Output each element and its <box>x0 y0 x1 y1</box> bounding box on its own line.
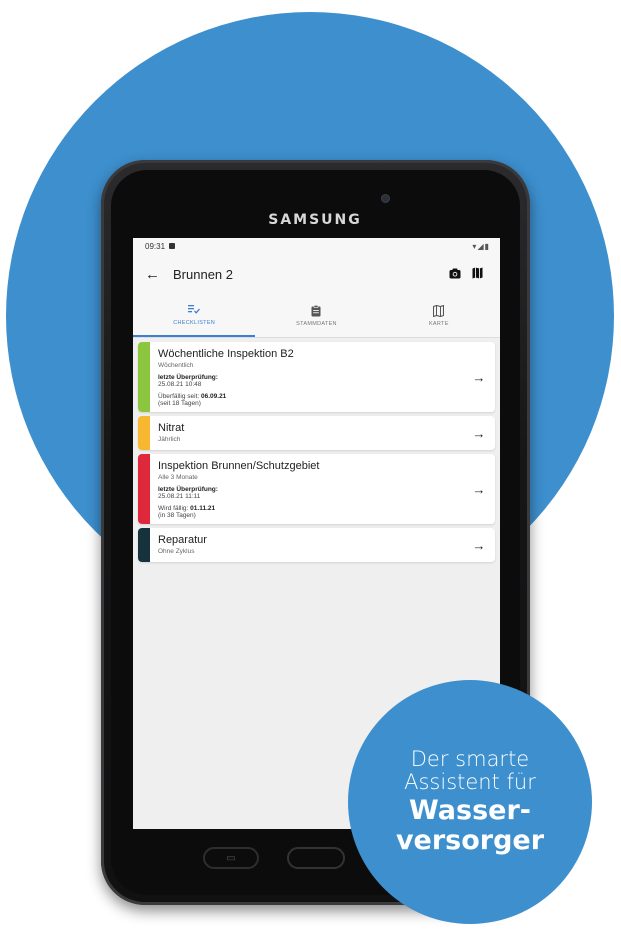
slogan-line-2: Assistent für <box>404 770 536 794</box>
status-stripe <box>138 342 150 412</box>
due-days: (in 38 Tagen) <box>158 512 196 519</box>
checklist-title: Wöchentliche Inspektion B2 <box>158 348 294 360</box>
due-days: (seit 18 Tagen) <box>158 400 201 407</box>
due-info: Wird fällig: 01.11.21 <box>158 505 455 512</box>
camera-icon[interactable] <box>444 267 466 282</box>
arrow-right-icon[interactable]: → <box>463 454 495 524</box>
status-stripe <box>138 528 150 562</box>
checklist-card-inspektion-brunnen[interactable]: Inspektion Brunnen/Schutzgebiet Alle 3 M… <box>138 454 495 524</box>
clipboard-icon <box>311 304 321 317</box>
checklist-interval: Jährlich <box>158 436 181 443</box>
app-bar: ← Brunnen 2 <box>133 254 500 294</box>
slogan-line-3: Wasser- <box>408 795 531 826</box>
checklist-card-woechentliche-inspektion[interactable]: Wöchentliche Inspektion B2 Wöchentlich l… <box>138 342 495 412</box>
map-icon[interactable] <box>466 267 488 282</box>
checklist-interval: Wöchentlich <box>158 362 194 369</box>
checklist-title: Reparatur <box>158 534 207 546</box>
checklist-interval: Ohne Zyklus <box>158 548 195 555</box>
checklist-card-nitrat[interactable]: Nitrat Jährlich → <box>138 416 495 450</box>
tab-label: STAMMDATEN <box>296 320 337 327</box>
checklist-interval: Alle 3 Monate <box>158 474 198 481</box>
checklist-title: Nitrat <box>158 422 185 434</box>
slogan-line-4: versorger <box>395 825 545 856</box>
status-bar: 09:31 ▾◢▮ <box>133 238 500 254</box>
last-check-label: letzte Überprüfung: <box>158 374 218 381</box>
status-time: 09:31 <box>145 241 166 251</box>
slogan-badge: Der smarte Assistent für Wasser- versorg… <box>348 680 592 924</box>
page-title: Brunnen 2 <box>173 266 233 282</box>
checklist-list: Wöchentliche Inspektion B2 Wöchentlich l… <box>133 338 500 566</box>
tab-label: KARTE <box>428 320 449 327</box>
due-date: 01.11.21 <box>190 505 216 512</box>
last-check-value: 25.08.21 11:11 <box>158 493 201 500</box>
due-prefix: Wird fällig: <box>158 505 191 512</box>
tab-label: CHECKLISTEN <box>173 319 216 326</box>
arrow-right-icon[interactable]: → <box>463 416 495 450</box>
tab-stammdaten[interactable]: STAMMDATEN <box>255 294 377 337</box>
notification-icon <box>169 243 176 249</box>
due-info: Überfällig seit: 06.09.21 <box>158 393 455 400</box>
status-stripe <box>138 454 150 524</box>
map-icon <box>433 304 445 317</box>
last-check-label: letzte Überprüfung: <box>158 486 218 493</box>
device-brand: SAMSUNG <box>268 212 362 228</box>
checklist-card-reparatur[interactable]: Reparatur Ohne Zyklus → <box>138 528 495 562</box>
arrow-right-icon[interactable]: → <box>463 342 495 412</box>
system-status-icons: ▾◢▮ <box>472 241 490 251</box>
status-stripe <box>138 416 150 450</box>
due-prefix: Überfällig seit: <box>158 393 201 400</box>
home-button[interactable] <box>287 847 345 869</box>
tab-karte[interactable]: KARTE <box>378 294 500 337</box>
checklist-icon <box>188 304 201 316</box>
arrow-right-icon[interactable]: → <box>463 528 495 562</box>
checklist-title: Inspektion Brunnen/Schutzgebiet <box>158 460 320 472</box>
tab-checklisten[interactable]: CHECKLISTEN <box>133 294 256 337</box>
back-arrow-icon[interactable]: ← <box>145 266 173 283</box>
tab-bar: CHECKLISTEN STAMMDATEN KARTE <box>133 294 500 338</box>
slogan-line-1: Der smarte <box>410 747 530 771</box>
recent-apps-button[interactable]: ▭ <box>203 847 259 869</box>
last-check-value: 25.08.21 10:48 <box>158 381 202 388</box>
front-camera-icon <box>382 195 389 202</box>
due-date: 06.09.21 <box>201 393 227 400</box>
